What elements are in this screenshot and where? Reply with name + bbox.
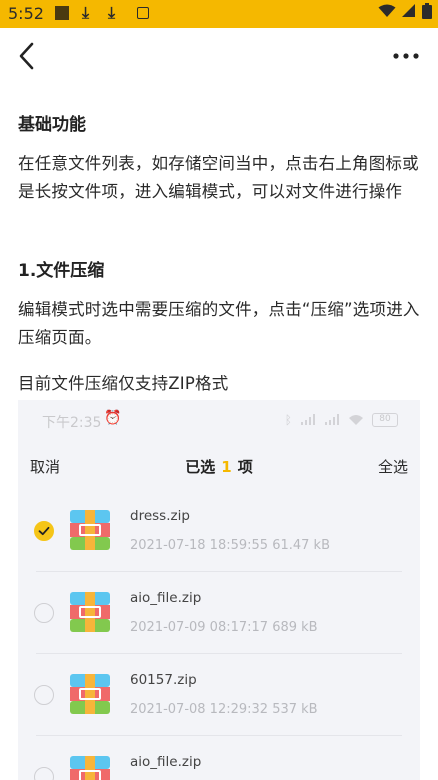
bluetooth-icon: ᛒ bbox=[284, 413, 292, 427]
section-title: 1.文件压缩 bbox=[18, 261, 105, 281]
alarm-icon: ⏰ bbox=[104, 410, 122, 426]
screenshot-time: 下午2:35 bbox=[42, 415, 102, 431]
checkbox-unchecked-icon[interactable] bbox=[34, 685, 54, 705]
file-name: 60157.zip bbox=[130, 672, 197, 688]
intro-paragraph: 在任意文件列表，如存储空间当中，点击右上角图标或是长按文件项，进入编辑模式，可以… bbox=[18, 154, 419, 201]
screenshot-status-bar: 下午2:35 ⏰ ᛒ 80 bbox=[18, 400, 420, 440]
file-row[interactable]: 60157.zip 2021-07-08 12:29:32 537 kB bbox=[18, 654, 420, 736]
checkbox-unchecked-icon[interactable] bbox=[34, 767, 54, 780]
signal-icon bbox=[325, 414, 339, 425]
zip-file-icon bbox=[70, 756, 110, 780]
checkbox-checked-icon[interactable] bbox=[34, 521, 54, 541]
notification-square-icon bbox=[55, 6, 69, 20]
selection-title-prefix: 已选 bbox=[185, 458, 216, 476]
download-icon: ⤓ bbox=[82, 3, 90, 22]
selection-title-suffix: 项 bbox=[237, 458, 253, 476]
selection-toolbar: 取消 已选 1 项 全选 bbox=[18, 440, 420, 490]
file-meta: 2021-07-18 18:59:55 61.47 kB bbox=[130, 538, 330, 553]
signal-icon bbox=[402, 4, 415, 17]
file-meta: 2021-07-09 08:17:17 689 kB bbox=[130, 620, 318, 635]
file-row[interactable]: aio_file.zip 2021-07-09 08:17:17 689 kB bbox=[18, 572, 420, 654]
file-name: dress.zip bbox=[130, 508, 190, 524]
screenshot-indicators: ᛒ 80 bbox=[285, 413, 398, 427]
zip-file-icon bbox=[70, 674, 110, 714]
zip-file-icon bbox=[70, 510, 110, 550]
compress-paragraph: 编辑模式时选中需要压缩的文件，点击“压缩”选项进入压缩页面。 bbox=[18, 300, 420, 347]
app-bar bbox=[0, 28, 438, 84]
file-row[interactable]: dress.zip 2021-07-18 18:59:55 61.47 kB bbox=[18, 490, 420, 572]
select-all-button[interactable]: 全选 bbox=[378, 456, 408, 477]
file-meta: 2021-07-08 12:29:32 537 kB bbox=[130, 702, 318, 717]
more-options-icon[interactable] bbox=[390, 46, 422, 66]
file-row[interactable]: aio_file.zip bbox=[18, 736, 420, 780]
file-name: aio_file.zip bbox=[130, 590, 202, 606]
file-name: aio_file.zip bbox=[130, 754, 202, 770]
zip-file-icon bbox=[70, 592, 110, 632]
wifi-icon bbox=[378, 4, 396, 17]
download-icon: ⤓ bbox=[108, 3, 116, 22]
selection-title: 已选 1 项 bbox=[18, 456, 420, 477]
selected-count: 1 bbox=[221, 458, 232, 476]
status-bar: 5:52 ⤓ ⤓ bbox=[0, 0, 438, 28]
example-screenshot: 下午2:35 ⏰ ᛒ 80 取消 已选 1 项 全选 dress.zip 2021-… bbox=[18, 400, 420, 780]
back-arrow-icon[interactable] bbox=[14, 40, 42, 72]
checkbox-unchecked-icon[interactable] bbox=[34, 603, 54, 623]
signal-icon bbox=[301, 414, 315, 425]
battery-icon bbox=[422, 3, 432, 19]
status-time: 5:52 bbox=[8, 4, 44, 23]
app-notification-icon bbox=[137, 7, 149, 19]
battery-level: 80 bbox=[372, 413, 398, 427]
zip-note-paragraph: 目前文件压缩仅支持ZIP格式 bbox=[18, 374, 229, 393]
page-heading: 基础功能 bbox=[18, 115, 86, 135]
status-indicators bbox=[378, 3, 432, 19]
wifi-icon bbox=[349, 415, 363, 425]
